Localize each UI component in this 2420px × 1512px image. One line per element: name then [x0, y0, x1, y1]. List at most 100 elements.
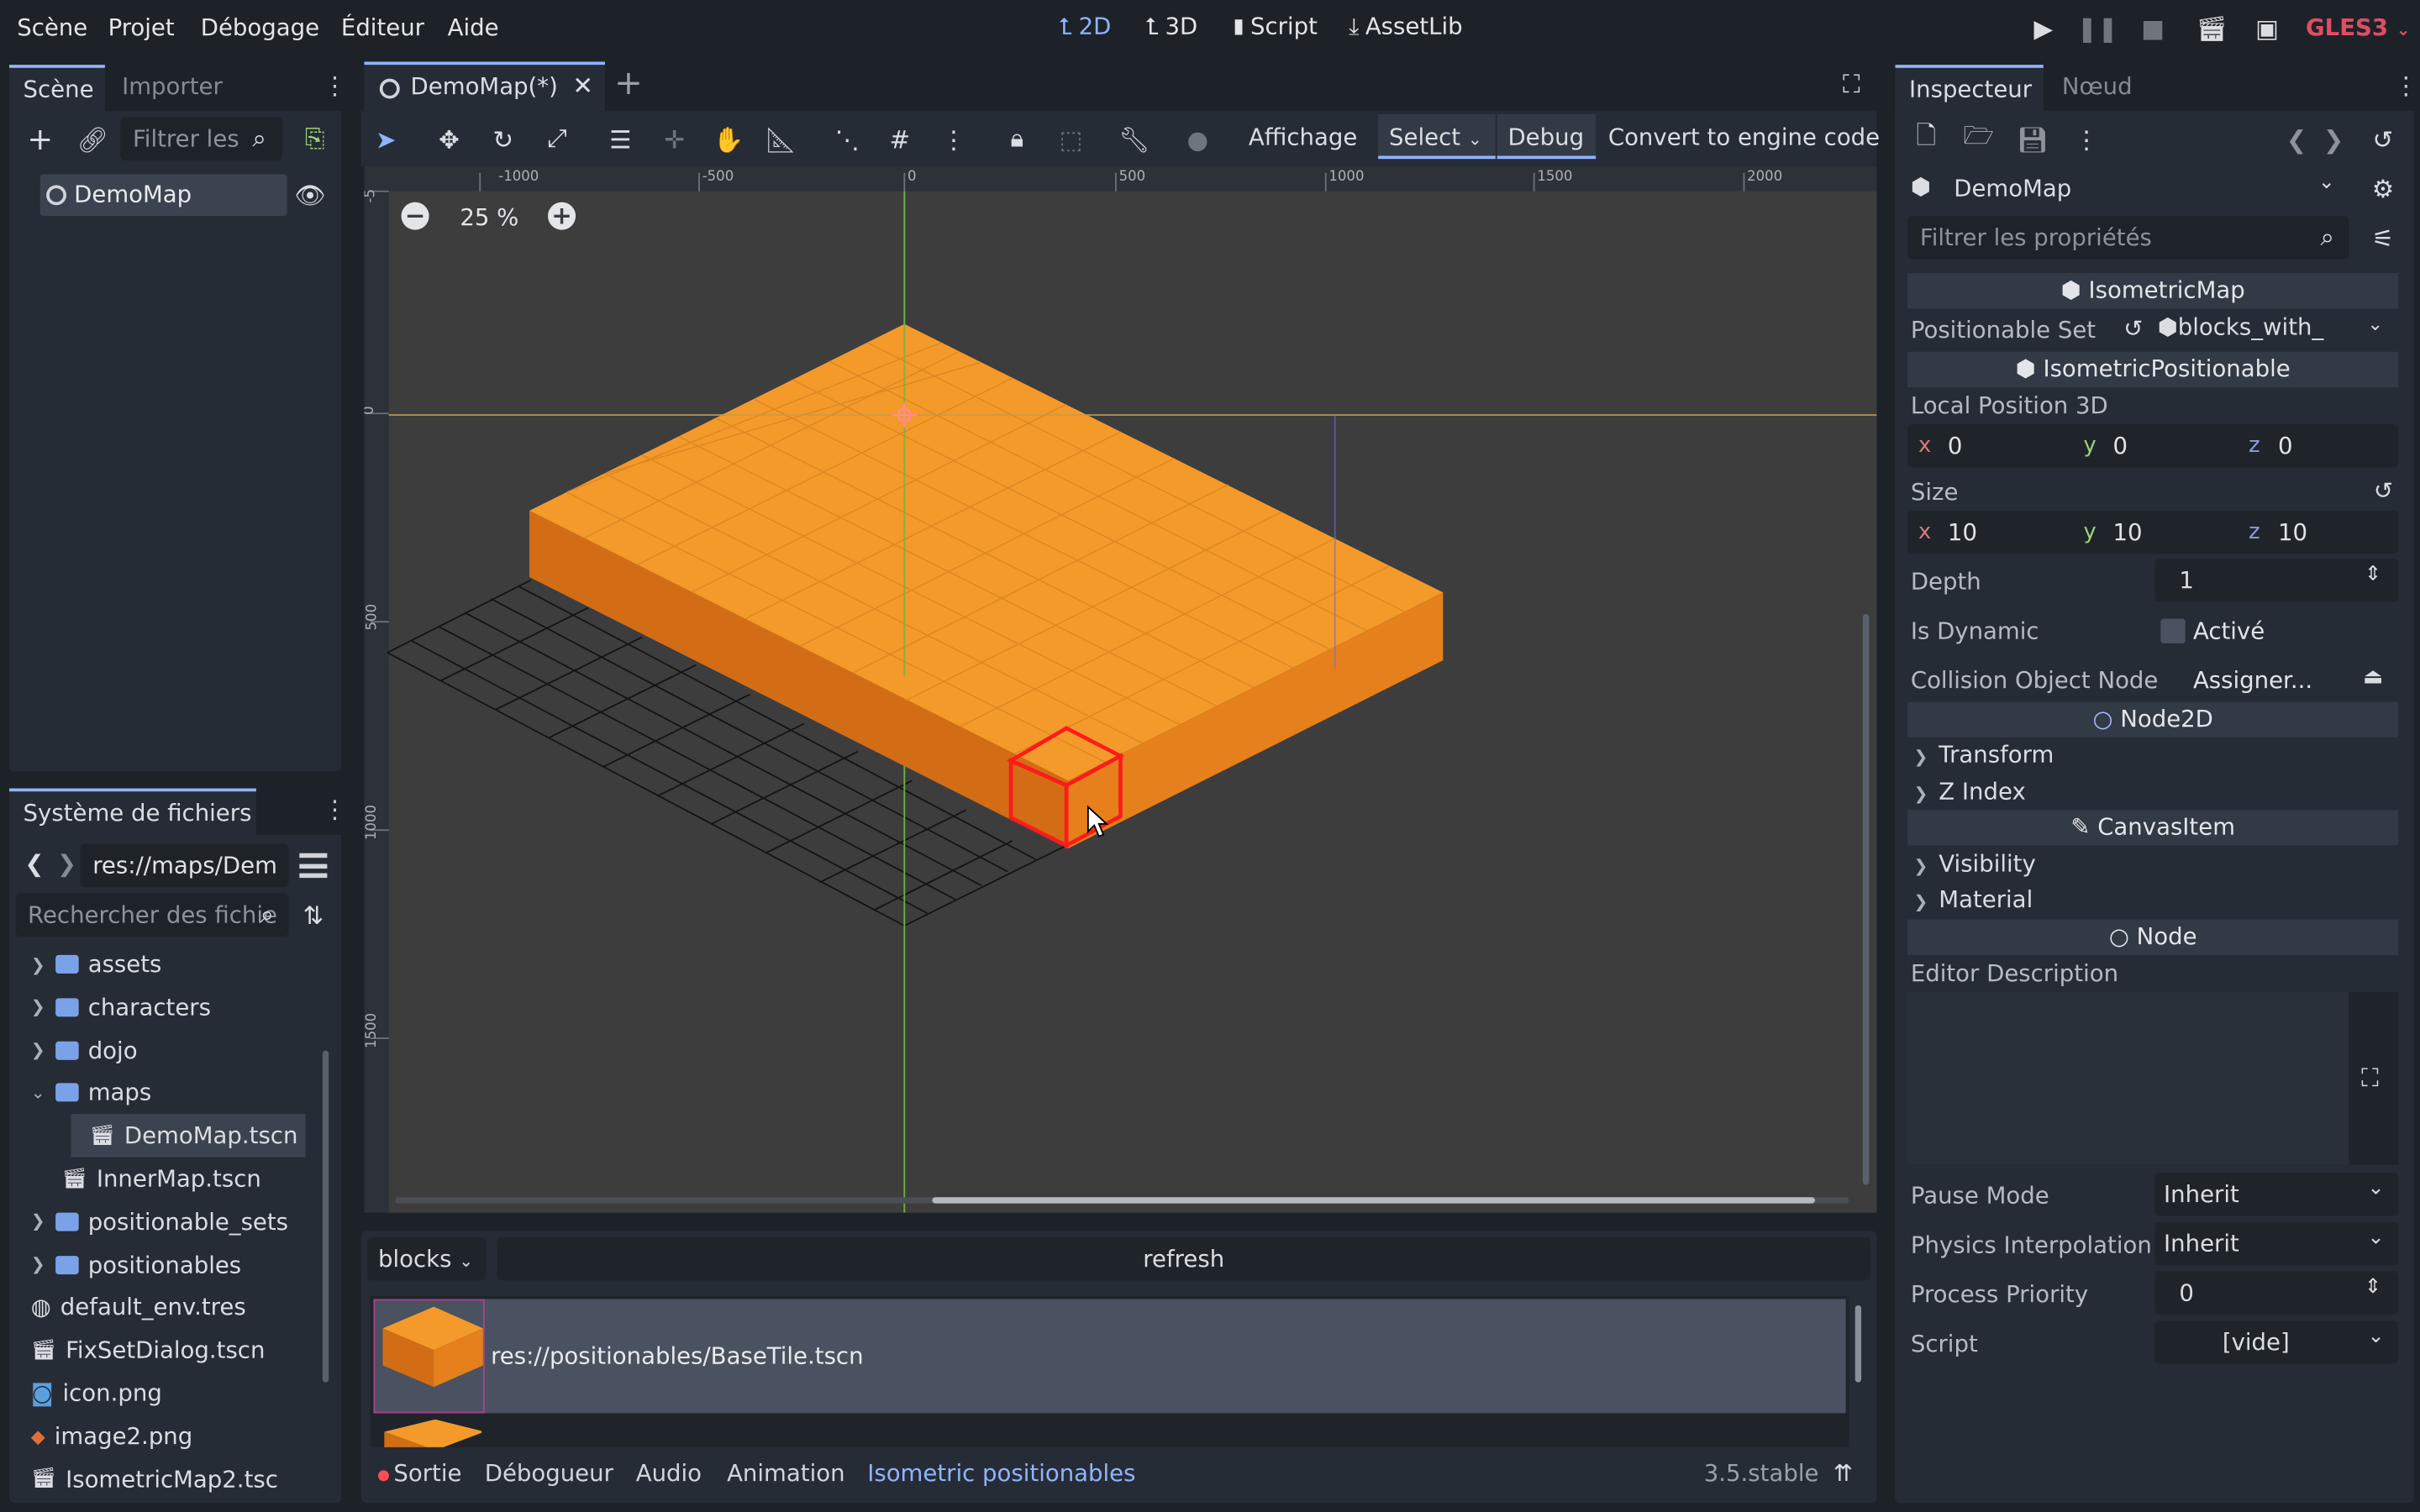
spin-arrows-icon[interactable]: ⇕	[2365, 563, 2381, 586]
ruler-icon[interactable]: 📐︎	[760, 120, 801, 157]
pick-node-icon[interactable]: ⏏	[2363, 665, 2383, 690]
zindex-group[interactable]: ❯ Z Index	[1914, 778, 2026, 806]
chevron-down-icon[interactable]: ⌄	[31, 1083, 46, 1103]
file-tree-item[interactable]: 🎬︎ DemoMap.tscn	[71, 1114, 306, 1158]
visibility-eye-icon[interactable]: 👁︎	[292, 176, 329, 213]
new-tab-icon[interactable]: +	[614, 65, 643, 103]
pin-panel-icon[interactable]: ⇈	[1833, 1460, 1853, 1488]
tab-isometric-positionables[interactable]: Isometric positionables	[867, 1460, 1135, 1488]
file-tree-item[interactable]: ❯ assets	[31, 942, 162, 985]
file-tree-item[interactable]: ◍ default_env.tres	[31, 1286, 246, 1329]
history-icon[interactable]: ↺	[2365, 120, 2402, 157]
workspace-2d-button[interactable]: ⮤ 2D	[1059, 13, 1111, 40]
list-scrollbar[interactable]	[1854, 1305, 1862, 1383]
chevron-right-icon[interactable]: ❯	[31, 954, 46, 974]
sort-icon[interactable]: ⇅	[295, 896, 332, 933]
dock-menu-icon[interactable]: ⋮	[323, 795, 347, 824]
dock-menu-icon[interactable]: ⋮	[2394, 71, 2418, 100]
scale-mode-icon[interactable]: ⤢	[537, 120, 577, 157]
history-back-icon[interactable]: ❮	[2278, 120, 2315, 157]
chevron-right-icon[interactable]: ❯	[31, 1254, 46, 1274]
link-icon[interactable]: 🔗︎	[74, 120, 111, 157]
pause-icon[interactable]: ❚❚	[2076, 9, 2118, 46]
set-select-dropdown[interactable]: blocks ⌄	[367, 1237, 487, 1281]
tab-scene[interactable]: Scène	[9, 65, 105, 112]
tab-node[interactable]: Nœud	[2062, 72, 2133, 100]
physics-interp-select[interactable]: Inherit ⌄	[2154, 1221, 2399, 1266]
tab-animation[interactable]: Animation	[727, 1460, 844, 1488]
smart-snap-icon[interactable]: ⋱	[827, 120, 867, 157]
material-group[interactable]: ❯ Material	[1914, 885, 2033, 913]
stop-icon[interactable]: ■	[2134, 9, 2171, 46]
chevron-right-icon[interactable]: ❯	[31, 1040, 46, 1060]
object-tools-icon[interactable]: ⚙	[2365, 170, 2402, 207]
zoom-out-icon[interactable]: −	[401, 202, 429, 230]
revert-icon[interactable]: ↺	[2374, 477, 2393, 505]
zoom-level[interactable]: 25 %	[460, 203, 518, 231]
visibility-group[interactable]: ❯ Visibility	[1914, 850, 2036, 878]
close-icon[interactable]: ✕	[572, 71, 593, 100]
workspace-script-button[interactable]: ▮ Script	[1234, 13, 1318, 40]
menu-debug[interactable]: Débogage	[201, 14, 319, 42]
menu-editor[interactable]: Éditeur	[341, 14, 424, 42]
revert-icon[interactable]: ↺	[2123, 315, 2143, 343]
debug-button[interactable]: Debug	[1497, 113, 1597, 160]
file-tree-item[interactable]: ❯ positionable_sets	[31, 1200, 288, 1243]
forward-arrow-icon[interactable]: ❯	[57, 850, 76, 878]
play-icon[interactable]: ▶	[2025, 9, 2062, 46]
tab-import[interactable]: Importer	[122, 72, 223, 100]
collision-assign-button[interactable]: Assigner...	[2193, 666, 2312, 694]
tab-debugger[interactable]: Débogueur	[485, 1460, 613, 1488]
back-arrow-icon[interactable]: ❮	[24, 850, 44, 878]
size-y[interactable]: 10	[2112, 518, 2142, 546]
file-tree-item[interactable]: 🎬︎ FixSetDialog.tscn	[31, 1329, 266, 1372]
menu-project[interactable]: Projet	[108, 14, 175, 42]
open-folder-icon[interactable]: 🗁︎	[1960, 119, 1997, 157]
more-icon[interactable]: ⋮	[2068, 120, 2105, 157]
viewport-2d[interactable]: -1000 -500 0 500 1000 1500 2000 -5 0 500…	[364, 166, 1877, 1213]
process-priority-spinbox[interactable]: 0 ⇕	[2154, 1271, 2399, 1315]
convert-engine-code-button[interactable]: Convert to engine code	[1608, 123, 1880, 151]
file-tree-item[interactable]: 🎬︎ IsometricMap2.tsc	[31, 1457, 278, 1495]
file-tree-item[interactable]: 🎬︎ InnerMap.tscn	[61, 1158, 260, 1200]
tab-audio[interactable]: Audio	[636, 1460, 702, 1488]
local-position-z[interactable]: 0	[2278, 432, 2293, 459]
tree-node-demomap[interactable]: DemoMap	[39, 174, 287, 217]
spin-arrows-icon[interactable]: ⇕	[2365, 1276, 2381, 1299]
play-scene-icon[interactable]: 🎬︎	[2193, 9, 2230, 46]
lock-icon[interactable]: 🔒︎	[997, 120, 1038, 157]
bone-icon[interactable]: 🔧︎	[1114, 120, 1155, 157]
play-custom-scene-icon[interactable]: ▣	[2249, 9, 2286, 46]
file-search-input[interactable]: Rechercher des fichie	[15, 893, 289, 937]
transform-group[interactable]: ❯ Transform	[1914, 741, 2054, 769]
select-dropdown[interactable]: Select ⌄	[1378, 113, 1496, 160]
list-item[interactable]: res://positionables/BaseTile.tscn	[373, 1299, 1846, 1414]
depth-spinbox[interactable]: 1 ⇕	[2154, 558, 2399, 602]
move-mode-icon[interactable]: ✥	[429, 120, 470, 157]
workspace-assetlib-button[interactable]: ⤓ AssetLib	[1349, 13, 1462, 40]
editor-description-textarea[interactable]	[1907, 991, 2349, 1165]
list-select-icon[interactable]: ☰	[600, 120, 640, 157]
rotate-mode-icon[interactable]: ↻	[483, 120, 523, 157]
property-filter-input[interactable]: Filtrer les propriétés	[1907, 216, 2349, 260]
save-icon[interactable]: 💾︎	[2014, 120, 2051, 157]
property-options-icon[interactable]: ⚟	[2365, 219, 2402, 256]
pivot-icon[interactable]: ✛	[655, 120, 695, 157]
file-tree-item[interactable]: ◆ image2.png	[31, 1415, 193, 1457]
local-position-y[interactable]: 0	[2112, 432, 2128, 459]
group-icon[interactable]: ⬚	[1051, 120, 1092, 157]
refresh-button[interactable]: refresh	[497, 1237, 1871, 1281]
size-x[interactable]: 10	[1948, 518, 1977, 546]
object-selector[interactable]: ⬢ DemoMap ⌄	[1907, 166, 2352, 209]
file-tree-item[interactable]: ❯ characters	[31, 985, 211, 1028]
file-tree-item[interactable]: ❯ positionables	[31, 1243, 241, 1286]
select-mode-icon[interactable]: ➤	[366, 120, 406, 157]
grid-snap-icon[interactable]: #	[880, 120, 920, 157]
is-dynamic-checkbox[interactable]	[2160, 618, 2186, 643]
tab-filesystem[interactable]: Système de fichiers	[9, 788, 256, 835]
renderer-select[interactable]: GLES3 ⌄	[2306, 14, 2411, 42]
zoom-in-icon[interactable]: +	[548, 202, 576, 230]
local-position-x[interactable]: 0	[1948, 432, 1963, 459]
menu-help[interactable]: Aide	[448, 14, 499, 42]
file-tree-item[interactable]: ❯ dojo	[31, 1028, 138, 1071]
